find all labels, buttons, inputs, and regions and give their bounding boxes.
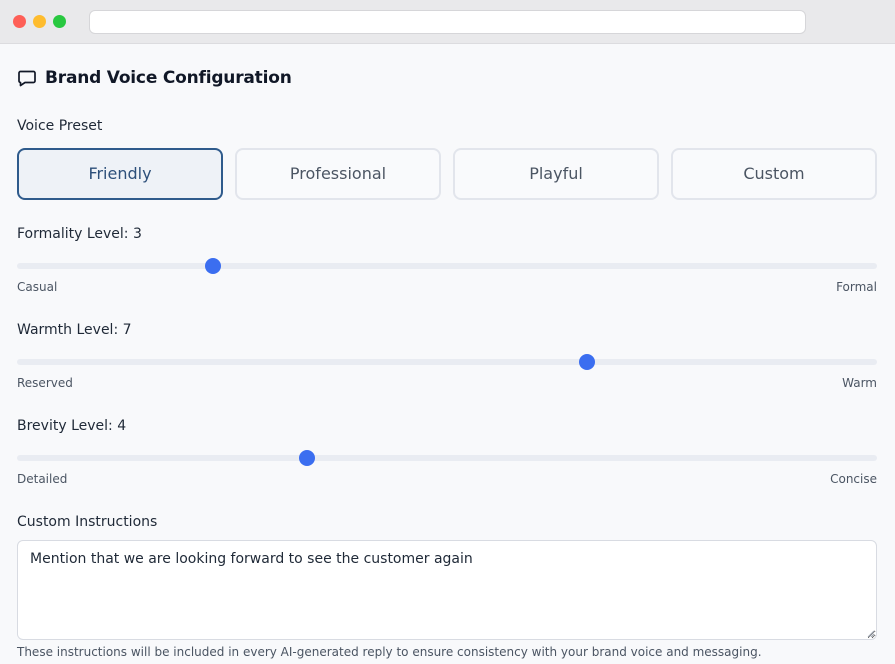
formality-slider[interactable] xyxy=(17,255,877,275)
warmth-label: Warmth Level: 7 xyxy=(17,322,132,338)
maximize-window-button[interactable] xyxy=(53,15,66,28)
formality-label: Formality Level: 3 xyxy=(17,226,142,242)
minimize-window-button[interactable] xyxy=(33,15,46,28)
voice-preset-label: Voice Preset xyxy=(17,118,103,134)
formality-min-label: Casual xyxy=(17,280,58,294)
warmth-slider-track[interactable] xyxy=(17,359,877,365)
warmth-max-label: Warm xyxy=(842,376,877,390)
formality-slider-track[interactable] xyxy=(17,263,877,269)
page-title: Brand Voice Configuration xyxy=(45,68,292,88)
warmth-slider[interactable] xyxy=(17,351,877,371)
voice-preset-group: Friendly Professional Playful Custom xyxy=(17,148,877,200)
page-header: Brand Voice Configuration xyxy=(17,67,292,89)
custom-instructions-helper: These instructions will be included in e… xyxy=(17,645,762,659)
brevity-label: Brevity Level: 4 xyxy=(17,418,127,434)
preset-friendly-button[interactable]: Friendly xyxy=(17,148,223,200)
preset-custom-button[interactable]: Custom xyxy=(671,148,877,200)
brevity-max-label: Concise xyxy=(830,472,877,486)
address-bar[interactable] xyxy=(89,10,806,34)
formality-slider-thumb[interactable] xyxy=(205,258,222,274)
brevity-slider-thumb[interactable] xyxy=(298,450,315,466)
title-bar xyxy=(0,0,895,44)
browser-window: Brand Voice Configuration Voice Preset F… xyxy=(0,0,895,664)
preset-playful-button[interactable]: Playful xyxy=(453,148,659,200)
warmth-min-label: Reserved xyxy=(17,376,73,390)
close-window-button[interactable] xyxy=(13,15,26,28)
brand-voice-panel: Brand Voice Configuration Voice Preset F… xyxy=(0,44,895,664)
brevity-slider[interactable] xyxy=(17,447,877,467)
formality-max-label: Formal xyxy=(836,280,877,294)
chat-bubble-icon xyxy=(18,70,36,87)
preset-professional-button[interactable]: Professional xyxy=(235,148,441,200)
brevity-min-label: Detailed xyxy=(17,472,68,486)
custom-instructions-textarea[interactable]: Mention that we are looking forward to s… xyxy=(17,540,877,640)
brevity-slider-track[interactable] xyxy=(17,455,877,461)
custom-instructions-label: Custom Instructions xyxy=(17,514,158,530)
resize-handle-icon[interactable] xyxy=(865,628,875,638)
warmth-slider-thumb[interactable] xyxy=(579,354,596,370)
